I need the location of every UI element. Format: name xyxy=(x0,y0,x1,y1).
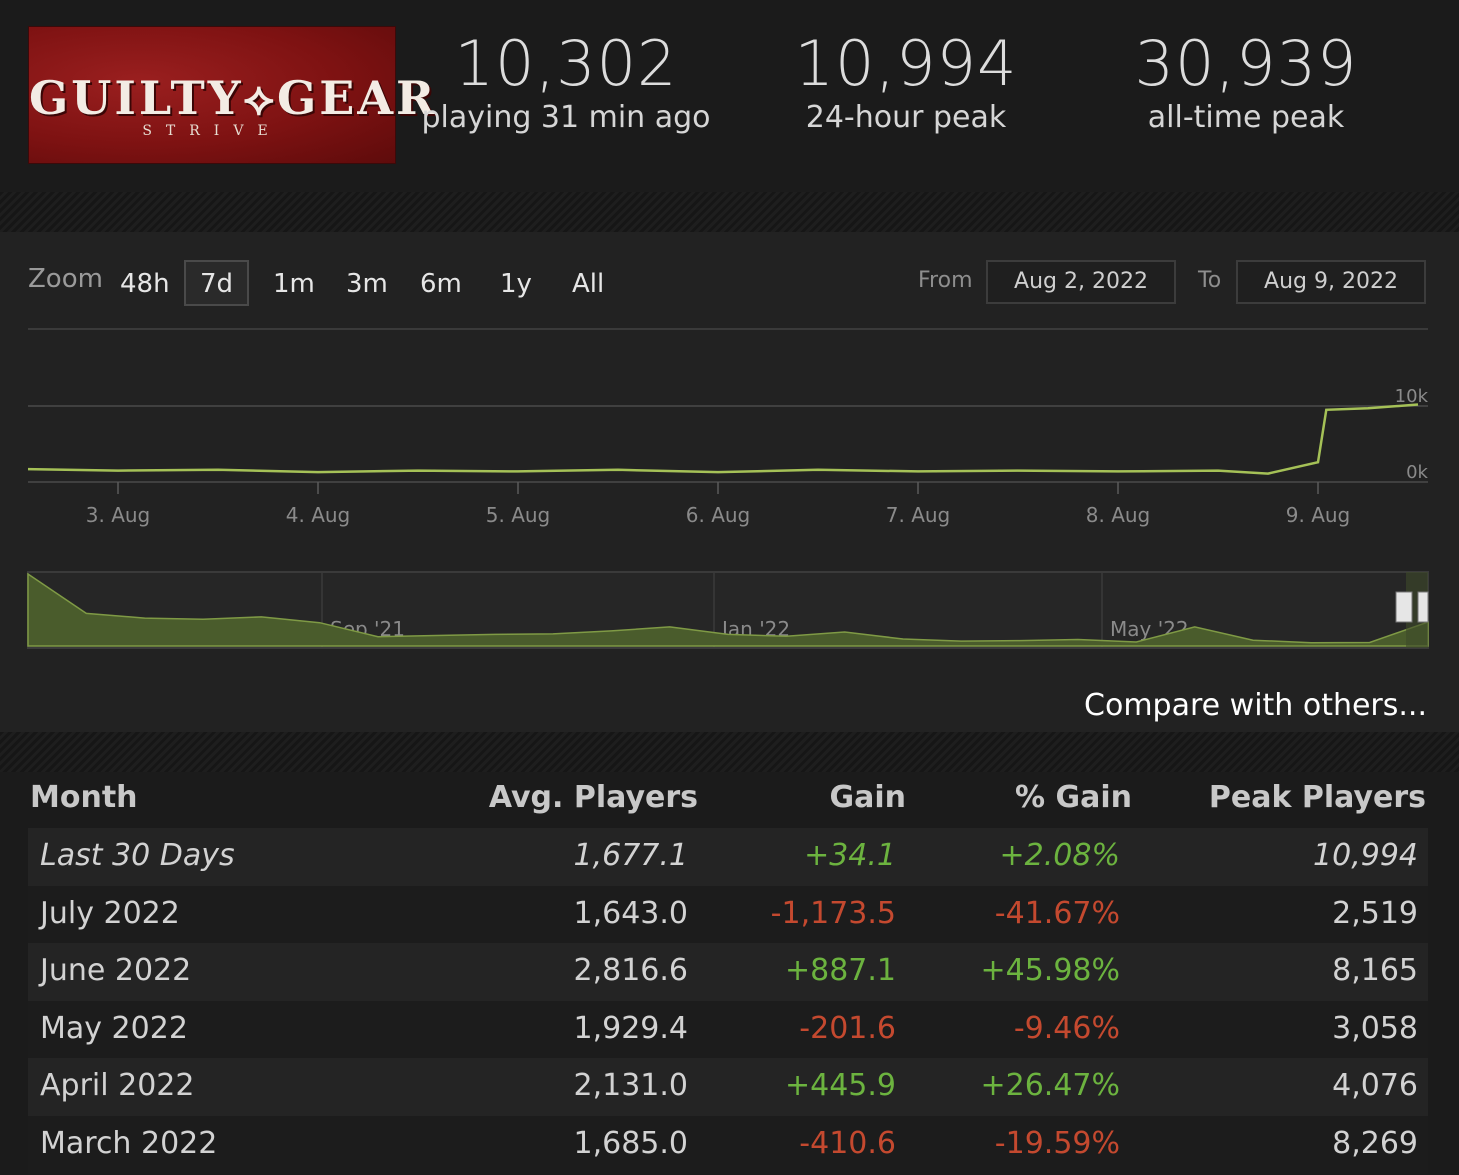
cell-avg-players: 1,929.4 xyxy=(573,1010,688,1046)
stats-header: GUILTY⟡GEAR STRIVE 10,302 playing 31 min… xyxy=(0,0,1459,192)
cell-avg-players: 1,643.0 xyxy=(573,895,688,931)
cell-peak-players: 2,519 xyxy=(1332,895,1418,931)
current-players-label: playing 31 min ago xyxy=(421,100,711,135)
zoom-all-button[interactable]: All xyxy=(556,260,620,306)
24h-peak-value: 10,994 xyxy=(794,27,1018,100)
cell-avg-players: 1,677.1 xyxy=(573,838,688,873)
stat-all-time-peak: 30,939 all-time peak xyxy=(1086,28,1406,136)
table-row: May 2022 1,929.4 -201.6 -9.46% 3,058 xyxy=(28,1000,1428,1059)
table-header-row: Month Avg. Players Gain % Gain Peak Play… xyxy=(28,772,1428,828)
table-row: Last 30 Days 1,677.1 +34.1 +2.08% 10,994 xyxy=(28,828,1428,886)
cell-gain: -1,173.5 xyxy=(770,895,896,931)
zoom-1m-button[interactable]: 1m xyxy=(257,260,331,306)
table-body: Last 30 Days 1,677.1 +34.1 +2.08% 10,994 July… xyxy=(28,828,1428,1174)
x-tick-label: 8. Aug xyxy=(1086,503,1151,527)
cell-peak-players: 3,058 xyxy=(1332,1010,1418,1046)
table-row: July 2022 1,643.0 -1,173.5 -41.67% 2,519 xyxy=(28,885,1428,944)
cell-month: April 2022 xyxy=(40,1068,195,1104)
table-row: June 2022 2,816.6 +887.1 +45.98% 8,165 xyxy=(28,943,1428,1001)
compare-with-others-link[interactable]: Compare with others... xyxy=(1084,688,1427,723)
navigator-chart[interactable]: Sep '21 Jan '22 May '22 xyxy=(0,570,1459,652)
logo-subtitle: STRIVE xyxy=(142,123,282,139)
cell-month: Last 30 Days xyxy=(40,838,235,873)
current-players-value: 10,302 xyxy=(454,27,678,100)
cell-avg-players: 1,685.0 xyxy=(573,1125,688,1161)
divider-texture-2 xyxy=(0,732,1459,772)
stat-24h-peak: 10,994 24-hour peak xyxy=(746,28,1066,136)
cell-avg-players: 2,816.6 xyxy=(573,953,688,989)
cell-pct-gain: +26.47% xyxy=(980,1068,1120,1104)
zoom-1y-button[interactable]: 1y xyxy=(484,260,548,306)
cell-pct-gain: -41.67% xyxy=(994,895,1120,931)
header-month[interactable]: Month xyxy=(30,780,138,815)
from-date-input[interactable]: Aug 2, 2022 xyxy=(986,260,1176,304)
x-tick-label: 9. Aug xyxy=(1286,503,1351,527)
x-tick-label: 7. Aug xyxy=(886,503,951,527)
navigator-handle-left[interactable] xyxy=(1395,591,1413,623)
zoom-3m-button[interactable]: 3m xyxy=(330,260,404,306)
stat-current-players: 10,302 playing 31 min ago xyxy=(406,28,726,136)
to-label: To xyxy=(1198,268,1222,293)
logo-title: GUILTY⟡GEAR xyxy=(29,71,438,125)
player-count-line-chart[interactable]: 10k0k3. Aug 4. Aug 5. Aug 6. Aug 7. Aug 8. Au… xyxy=(0,372,1459,532)
cell-peak-players: 8,165 xyxy=(1332,953,1418,989)
header-peak-players[interactable]: Peak Players xyxy=(1209,780,1426,815)
cell-pct-gain: -19.59% xyxy=(994,1125,1120,1161)
monthly-stats-table: Month Avg. Players Gain % Gain Peak Play… xyxy=(28,772,1428,1174)
header-gain[interactable]: Gain xyxy=(829,780,906,815)
cell-month: March 2022 xyxy=(40,1125,218,1161)
x-tick-label: 3. Aug xyxy=(86,503,151,527)
zoom-48h-button[interactable]: 48h xyxy=(104,260,186,306)
cell-gain: -201.6 xyxy=(799,1010,896,1046)
cell-peak-players: 4,076 xyxy=(1332,1068,1418,1104)
game-logo[interactable]: GUILTY⟡GEAR STRIVE xyxy=(28,26,438,164)
cell-peak-players: 8,269 xyxy=(1332,1125,1418,1161)
cell-pct-gain: -9.46% xyxy=(1013,1010,1120,1046)
cell-peak-players: 10,994 xyxy=(1313,838,1418,873)
cell-gain: +34.1 xyxy=(804,838,896,873)
from-label: From xyxy=(918,268,973,293)
cell-pct-gain: +45.98% xyxy=(980,953,1120,989)
divider-texture xyxy=(0,192,1459,232)
player-count-series-line xyxy=(27,403,1419,475)
all-time-peak-value: 30,939 xyxy=(1134,27,1358,100)
cell-month: May 2022 xyxy=(40,1010,188,1046)
zoom-7d-button[interactable]: 7d xyxy=(184,260,250,306)
x-tick-label: 6. Aug xyxy=(686,503,751,527)
y-tick-label: 0k xyxy=(1406,462,1428,483)
cell-gain: +445.9 xyxy=(784,1068,896,1104)
header-avg-players[interactable]: Avg. Players xyxy=(489,780,698,815)
table-row: March 2022 1,685.0 -410.6 -19.59% 8,269 xyxy=(28,1115,1428,1174)
cell-month: July 2022 xyxy=(40,895,180,931)
zoom-6m-button[interactable]: 6m xyxy=(404,260,478,306)
24h-peak-label: 24-hour peak xyxy=(805,100,1007,135)
x-tick-label: 5. Aug xyxy=(486,503,551,527)
chart-panel: Zoom 48h 7d 1m 3m 6m 1y All From Aug 2, … xyxy=(0,232,1459,732)
navigator-handle-right[interactable] xyxy=(1417,591,1429,623)
cell-pct-gain: +2.08% xyxy=(999,838,1120,873)
to-date-input[interactable]: Aug 9, 2022 xyxy=(1236,260,1426,304)
cell-gain: +887.1 xyxy=(784,953,896,989)
header-pct-gain[interactable]: % Gain xyxy=(1015,780,1132,815)
cell-month: June 2022 xyxy=(40,953,192,989)
controls-separator xyxy=(28,328,1428,330)
zoom-label: Zoom xyxy=(28,264,103,294)
all-time-peak-label: all-time peak xyxy=(1147,100,1345,135)
x-tick-label: 4. Aug xyxy=(286,503,351,527)
cell-gain: -410.6 xyxy=(799,1125,896,1161)
cell-avg-players: 2,131.0 xyxy=(573,1068,688,1104)
table-row: April 2022 2,131.0 +445.9 +26.47% 4,076 xyxy=(28,1058,1428,1116)
